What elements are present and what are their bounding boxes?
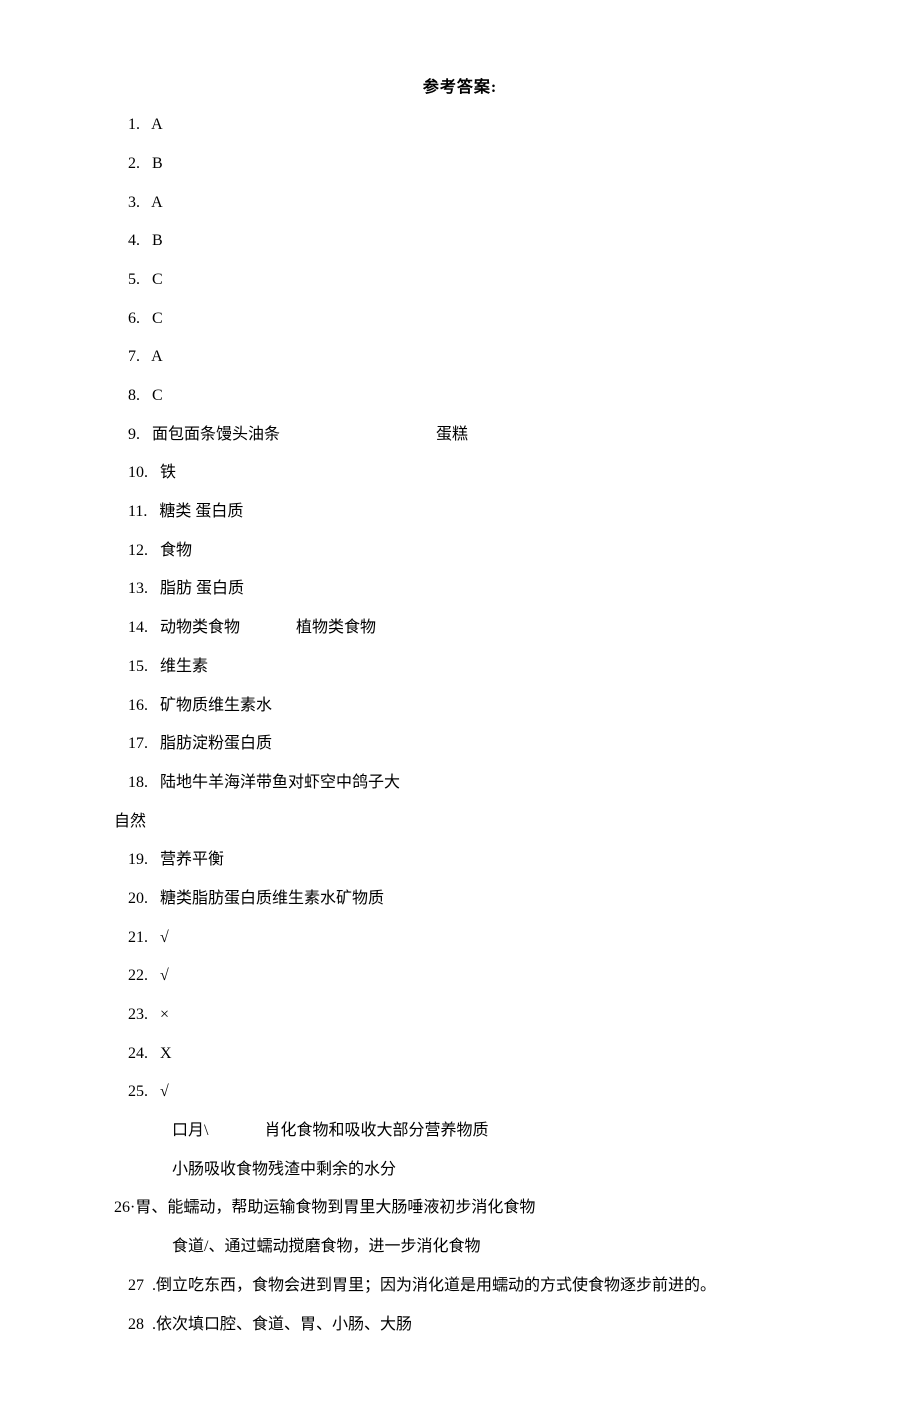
answer-17: 17. 脂肪淀粉蛋白质 xyxy=(128,732,792,755)
answer-21: 21. √ xyxy=(128,926,792,949)
answer-5: 5. C xyxy=(128,268,792,291)
answer-1: 1. A xyxy=(128,113,792,136)
answer-27: 27 .倒立吃东西，食物会进到胃里；因为消化道是用蠕动的方式使食物逐步前进的。 xyxy=(128,1274,792,1297)
answer-25: 25. √ xyxy=(128,1080,792,1103)
answer-18: 18. 陆地牛羊海洋带鱼对虾空中鸽子大 xyxy=(128,771,792,794)
answer-16: 16. 矿物质维生素水 xyxy=(128,694,792,717)
answer-9: 9. 面包面条馒头油条 蛋糕 xyxy=(128,423,792,446)
answer-3: 3. A xyxy=(128,191,792,214)
answer-8: 8. C xyxy=(128,384,792,407)
answer-22: 22. √ xyxy=(128,964,792,987)
answer-12: 12. 食物 xyxy=(128,539,792,562)
answer-15: 15. 维生素 xyxy=(128,655,792,678)
answer-14: 14. 动物类食物 植物类食物 xyxy=(128,616,792,639)
answer-26-line-d: 食道/、通过蠕动搅磨食物，进一步消化食物 xyxy=(172,1235,792,1258)
answer-13: 13. 脂肪 蛋白质 xyxy=(128,577,792,600)
answer-key-page: 参考答案: 1. A 2. B 3. A 4. B 5. C 6. C 7. A… xyxy=(0,0,920,1411)
answer-4: 4. B xyxy=(128,229,792,252)
answer-6: 6. C xyxy=(128,307,792,330)
answer-7: 7. A xyxy=(128,345,792,368)
answer-18-cont: 自然 xyxy=(114,810,792,833)
answer-2: 2. B xyxy=(128,152,792,175)
answer-26-line-a: 口月\ 肖化食物和吸收大部分营养物质 xyxy=(172,1119,792,1142)
answer-24: 24. X xyxy=(128,1042,792,1065)
answer-26-line-b: 小肠吸收食物残渣中剩余的水分 xyxy=(172,1158,792,1181)
answer-28: 28 .依次填口腔、食道、胃、小肠、大肠 xyxy=(128,1313,792,1336)
page-title: 参考答案: xyxy=(128,76,792,99)
answer-11: 11. 糖类 蛋白质 xyxy=(128,500,792,523)
answer-23: 23. × xyxy=(128,1003,792,1026)
answer-20: 20. 糖类脂肪蛋白质维生素水矿物质 xyxy=(128,887,792,910)
answer-19: 19. 营养平衡 xyxy=(128,848,792,871)
answer-10: 10. 铁 xyxy=(128,461,792,484)
answer-26-line-c: 26·胃、能蠕动，帮助运输食物到胃里大肠唾液初步消化食物 xyxy=(114,1196,792,1219)
